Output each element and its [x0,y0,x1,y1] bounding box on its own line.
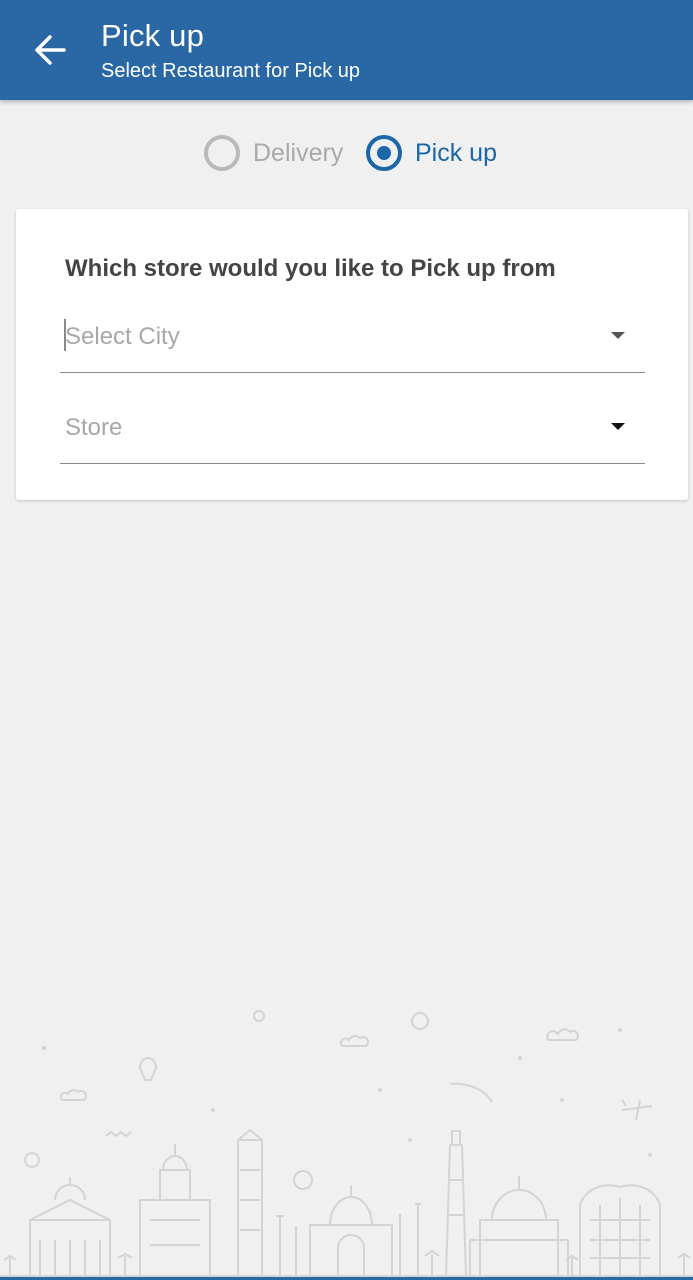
city-dropdown-placeholder: Select City [65,323,180,350]
city-skyline-illustration [0,1010,693,1277]
city-dropdown[interactable]: Select City [60,312,645,373]
store-dropdown-placeholder: Store [65,414,123,441]
delivery-radio-label: Delivery [253,138,344,167]
chevron-down-icon [611,423,625,430]
arrow-left-icon [35,35,66,65]
back-button[interactable] [22,26,78,74]
pickup-radio-label: Pick up [415,138,497,167]
pickup-radio-option[interactable]: Pick up [366,132,497,174]
store-dropdown[interactable]: Store [60,403,645,464]
store-selection-card: Which store would you like to Pick up fr… [16,209,688,500]
store-selection-heading: Which store would you like to Pick up fr… [65,255,556,282]
page-subtitle: Select Restaurant for Pick up [101,60,361,82]
chevron-down-icon [611,332,625,339]
page-title: Pick up [101,18,205,53]
app-bar: Pick up Select Restaurant for Pick up [0,0,693,100]
delivery-radio-option[interactable]: Delivery [204,132,343,174]
pickup-radio-button[interactable] [366,135,402,171]
order-type-radio-group: Delivery Pick up [0,132,693,174]
delivery-radio-button[interactable] [204,135,240,171]
